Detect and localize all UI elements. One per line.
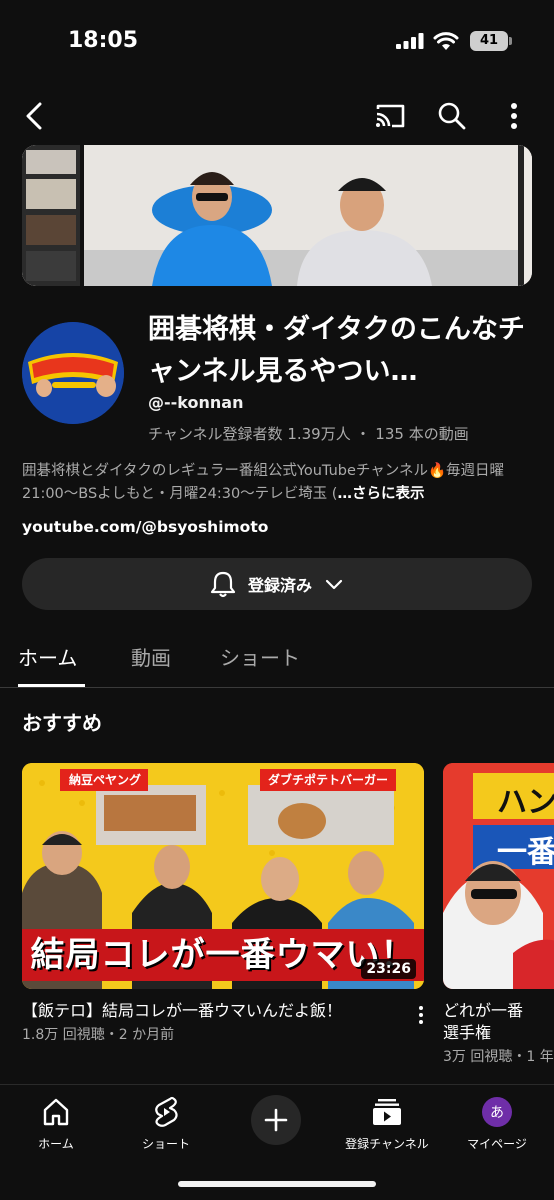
- video-meta: 1.8万 回視聴・2 か月前: [22, 1027, 175, 1043]
- status-bar: 18:05 41: [0, 0, 554, 84]
- bell-icon: [210, 571, 236, 598]
- top-app-bar: [0, 90, 554, 140]
- cast-button[interactable]: [370, 96, 410, 136]
- video-thumbnail[interactable]: 納豆ペヤング ダブチポテトバーガー 結局コレが一番ウマい！ 23:26: [22, 763, 424, 989]
- cast-icon: [376, 104, 405, 128]
- subscribed-label: 登録済み: [247, 576, 312, 595]
- nav-subscriptions[interactable]: 登録チャンネル: [337, 1095, 437, 1152]
- video-title[interactable]: 【飯テロ】結局コレが一番ウマいんだよ飯！: [22, 1000, 414, 1022]
- back-button[interactable]: [14, 96, 54, 136]
- video-count: 135 本の動画: [375, 425, 469, 443]
- description-text: 囲碁将棋とダイタクのレギュラー番組公式YouTubeチャンネル🔥毎週日曜21:0…: [22, 463, 504, 502]
- tab-home[interactable]: ホーム: [18, 642, 77, 671]
- nav-label: ホーム: [38, 1137, 74, 1151]
- nav-shorts[interactable]: ショート: [116, 1095, 216, 1152]
- channel-tabs: ホーム 動画 ショート: [0, 622, 554, 688]
- section-title: おすすめ: [22, 711, 102, 735]
- channel-stats: チャンネル登録者数 1.39万人 ・ 135 本の動画: [148, 423, 469, 444]
- channel-description[interactable]: 囲碁将棋とダイタクのレギュラー番組公式YouTubeチャンネル🔥毎週日曜21:0…: [22, 460, 530, 506]
- video-more-icon[interactable]: [417, 1005, 425, 1025]
- more-vert-icon: [511, 103, 517, 129]
- home-indicator[interactable]: [178, 1181, 376, 1187]
- video-title-line: どれが一番: [443, 1001, 524, 1020]
- more-options-button[interactable]: [494, 96, 534, 136]
- subscriptions-icon: [373, 1099, 401, 1125]
- nav-label: 登録チャンネル: [345, 1137, 429, 1151]
- banner-image: [22, 145, 532, 286]
- account-avatar: あ: [482, 1097, 512, 1127]
- nav-label: マイページ: [467, 1137, 527, 1151]
- tab-videos[interactable]: 動画: [131, 642, 171, 671]
- video-meta: 3万 回視聴・1 年: [443, 1049, 554, 1065]
- thumbnail-headline: ハン: [497, 785, 554, 820]
- video-thumbnail[interactable]: ハン 一番: [443, 763, 554, 989]
- search-button[interactable]: [432, 96, 472, 136]
- tab-shorts[interactable]: ショート: [220, 642, 300, 671]
- status-time: 18:05: [68, 28, 139, 53]
- subscriber-count: チャンネル登録者数 1.39万人: [148, 425, 351, 443]
- stats-separator: ・: [355, 425, 371, 443]
- create-icon: [264, 1108, 288, 1132]
- cellular-signal-icon: [396, 33, 424, 49]
- create-button[interactable]: [251, 1095, 301, 1145]
- channel-logo-image: [22, 322, 124, 424]
- nav-label: ショート: [141, 1137, 190, 1151]
- back-arrow-icon: [26, 102, 42, 130]
- video-title-line: 選手権: [443, 1023, 492, 1042]
- subscribed-button[interactable]: 登録済み: [22, 558, 532, 610]
- nav-you[interactable]: あ マイページ: [447, 1095, 547, 1152]
- thumbnail-caption-right: ダブチポテトバーガー: [267, 773, 388, 787]
- wifi-icon: [433, 32, 459, 50]
- channel-handle: @--konnan: [148, 393, 244, 412]
- shorts-icon: [155, 1096, 178, 1127]
- home-icon: [43, 1098, 69, 1126]
- channel-link[interactable]: youtube.com/@bsyoshimoto: [22, 518, 268, 536]
- channel-avatar[interactable]: [22, 322, 124, 424]
- video-title[interactable]: どれが一番 選手権: [443, 1000, 554, 1044]
- active-tab-indicator: [18, 684, 85, 687]
- chevron-down-icon: [325, 579, 343, 590]
- channel-title: 囲碁将棋・ダイタクのこんなチャンネル見るやつい…: [148, 314, 525, 387]
- search-icon: [438, 102, 466, 130]
- thumbnail-caption-left: 納豆ペヤング: [68, 773, 141, 787]
- show-more-link[interactable]: …さらに表示: [337, 486, 424, 502]
- video-duration: 23:26: [361, 959, 416, 979]
- nav-home[interactable]: ホーム: [6, 1095, 106, 1152]
- channel-banner: [22, 145, 532, 286]
- battery-indicator: 41: [470, 31, 512, 51]
- thumbnail-headline: 一番: [497, 835, 554, 870]
